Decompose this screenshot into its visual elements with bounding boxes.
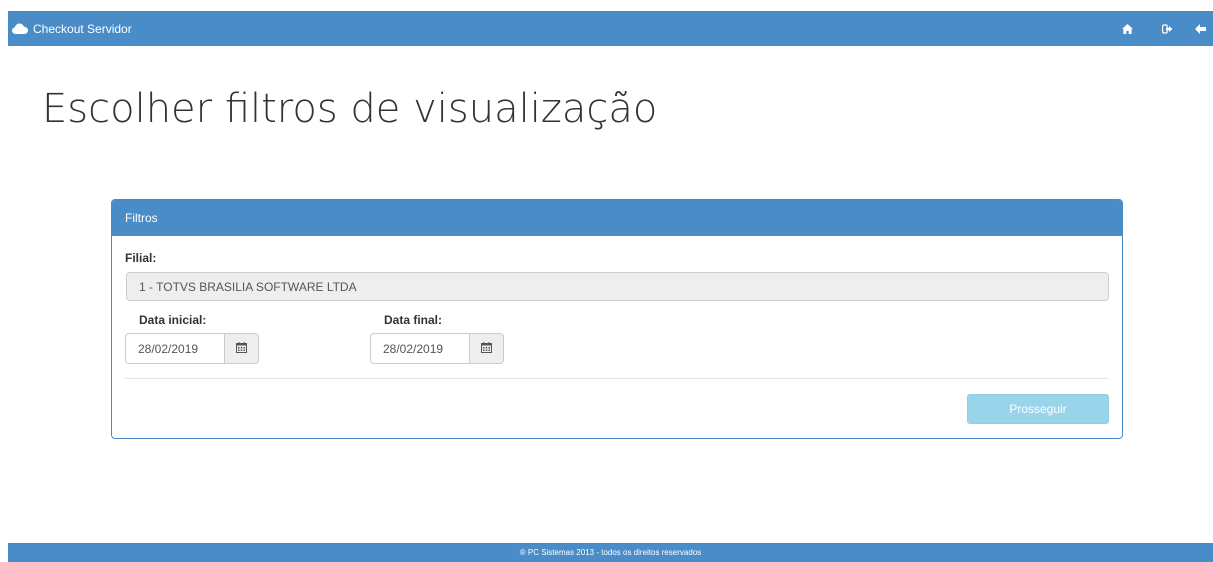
filial-value: 1 - TOTVS BRASILIA SOFTWARE LTDA [139,279,357,294]
data-final-input[interactable]: 28/02/2019 [370,333,470,364]
filters-panel: Filtros Filial: 1 - TOTVS BRASILIA SOFTW… [111,199,1123,439]
footer-text: ® PC Sistemas 2013 - todos os direitos r… [519,548,702,557]
data-inicial-value: 28/02/2019 [138,341,199,356]
cloud-icon [12,23,28,34]
calendar-icon [236,340,247,358]
brand[interactable]: Checkout Servidor [8,22,132,36]
panel-divider [125,378,1109,379]
window-left-edge [0,0,8,562]
data-final-value: 28/02/2019 [383,341,444,356]
data-final-group: 28/02/2019 [370,333,504,364]
top-navbar: Checkout Servidor [8,11,1213,46]
logout-icon [1161,23,1173,34]
panel-body: Filial: 1 - TOTVS BRASILIA SOFTWARE LTDA… [112,236,1122,438]
data-inicial-group: 28/02/2019 [125,333,259,364]
data-inicial-calendar-button[interactable] [225,333,259,364]
brand-label: Checkout Servidor [33,21,132,36]
page-title: Escolher filtros de visualização [42,86,658,132]
prosseguir-button[interactable]: Prosseguir [967,394,1109,424]
filial-select[interactable]: 1 - TOTVS BRASILIA SOFTWARE LTDA [126,272,1109,301]
back-arrow-icon [1195,23,1206,34]
panel-heading: Filtros [112,200,1122,236]
calendar-icon [481,340,492,358]
filial-label: Filial: [125,251,157,265]
logout-button[interactable] [1147,11,1187,46]
footer: ® PC Sistemas 2013 - todos os direitos r… [8,543,1213,562]
data-inicial-input[interactable]: 28/02/2019 [125,333,225,364]
data-inicial-label: Data inicial: [139,313,207,327]
data-final-calendar-button[interactable] [470,333,504,364]
data-final-label: Data final: [384,313,443,327]
back-button[interactable] [1187,11,1213,46]
home-icon [1121,23,1133,34]
home-button[interactable] [1107,11,1147,46]
navbar-actions [1107,11,1213,46]
